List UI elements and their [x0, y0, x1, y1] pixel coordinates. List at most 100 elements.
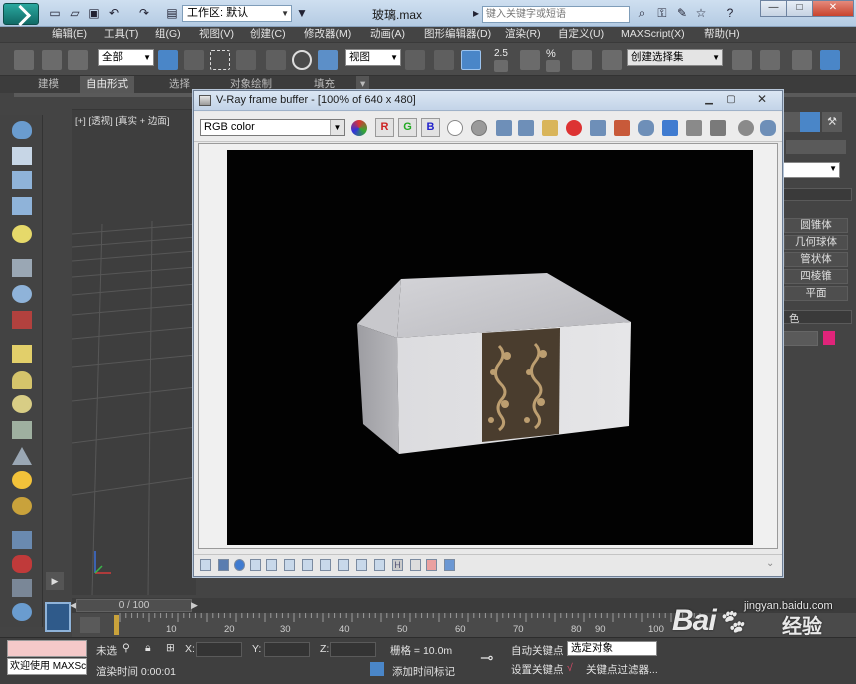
plant-icon[interactable]	[12, 421, 32, 439]
grid-icon[interactable]	[12, 197, 32, 215]
redo-icon[interactable]: ↷	[136, 5, 152, 21]
helper-icon[interactable]	[12, 579, 32, 597]
selection-filter-select[interactable]: 全部 ▼	[98, 49, 154, 66]
communication-icon[interactable]: ✎	[674, 5, 690, 21]
maxscript-mini-listener[interactable]: 欢迎使用 MAXSc	[7, 658, 87, 675]
bind-space-warp-icon[interactable]	[68, 50, 88, 70]
tab-selection[interactable]: 选择	[163, 76, 196, 93]
region-render-icon[interactable]	[662, 120, 678, 136]
next-frame-icon[interactable]: ▶	[191, 600, 198, 611]
unlink-icon[interactable]	[42, 50, 62, 70]
play-arrow-icon[interactable]: ▶	[46, 572, 64, 590]
menu-graph-editors[interactable]: 图形编辑器(D)	[424, 27, 491, 42]
compare-icon[interactable]	[410, 559, 421, 571]
ab-compare-icon[interactable]	[426, 559, 437, 571]
clear-image-icon[interactable]	[566, 120, 582, 136]
menu-views[interactable]: 视图(V)	[199, 27, 234, 42]
menu-edit[interactable]: 编辑(E)	[52, 27, 87, 42]
lut-icon[interactable]	[320, 559, 331, 571]
track-mouse-icon[interactable]	[614, 120, 630, 136]
menu-create[interactable]: 创建(C)	[250, 27, 286, 42]
ocio-icon[interactable]	[356, 559, 367, 571]
time-tag-icon[interactable]	[370, 662, 384, 676]
scale-icon[interactable]	[318, 50, 338, 70]
project-folder-icon[interactable]: ▤	[164, 5, 180, 21]
padlock-icon[interactable]: 🔒︎	[145, 642, 151, 655]
add-time-tag[interactable]: 添加时间标记	[392, 664, 455, 679]
menu-rendering[interactable]: 渲染(R)	[505, 27, 541, 42]
select-object-icon[interactable]	[158, 50, 178, 70]
history-icon[interactable]	[200, 559, 211, 571]
key-filters-button[interactable]: 关键点过滤器...	[586, 662, 658, 677]
viewport-label[interactable]: [+] [透视] [真实 + 边面]	[75, 113, 170, 127]
dynamics-icon[interactable]	[12, 555, 32, 573]
lens-effects-icon[interactable]	[738, 120, 754, 136]
layer-manager-icon[interactable]	[792, 50, 812, 70]
tab-modeling[interactable]: 建模	[32, 76, 65, 93]
select-and-manipulate-icon[interactable]	[434, 50, 454, 70]
menu-help[interactable]: 帮助(H)	[704, 27, 740, 42]
stereo-icon[interactable]	[374, 559, 385, 571]
teapot-render-icon[interactable]	[638, 120, 654, 136]
window-crossing-icon[interactable]	[236, 50, 256, 70]
mirror-icon[interactable]	[732, 50, 752, 70]
particles-icon[interactable]	[12, 531, 32, 549]
keyboard-shortcut-override-icon[interactable]	[461, 50, 481, 70]
cone-button[interactable]: 圆锥体	[784, 218, 848, 233]
cone-icon[interactable]	[12, 447, 32, 465]
geometry-types-row[interactable]	[786, 140, 846, 154]
help-icon[interactable]: ?	[722, 5, 738, 21]
key-filter-icon[interactable]: √	[567, 662, 573, 674]
sun-icon[interactable]	[12, 471, 32, 489]
name-color-header[interactable]: 色	[780, 310, 852, 325]
h-icon[interactable]: H	[392, 559, 403, 571]
expand-chevron-icon[interactable]: ⌄	[766, 558, 774, 569]
close-button[interactable]: ✕	[812, 0, 854, 17]
mini-listener-swatch[interactable]	[45, 602, 71, 632]
menu-maxscript[interactable]: MAXScript(X)	[621, 27, 685, 42]
list-icon[interactable]	[12, 171, 32, 189]
red-channel-button[interactable]: R	[375, 118, 394, 137]
z-coord-field[interactable]	[330, 642, 376, 657]
open-folder-icon[interactable]	[542, 120, 558, 136]
channel-select[interactable]: RGB color ▼	[200, 119, 345, 136]
object-type-header[interactable]	[780, 188, 852, 201]
vfb-close-button[interactable]: ✕	[752, 92, 772, 107]
search-input[interactable]: 键入关键字或短语	[482, 6, 630, 23]
workspace-select[interactable]: 工作区: 默认 ▼	[182, 5, 292, 22]
globe-icon[interactable]	[12, 603, 32, 621]
teapot-icon[interactable]	[12, 121, 32, 139]
menu-modifiers[interactable]: 修改器(M)	[304, 27, 351, 42]
new-file-icon[interactable]: ▭	[47, 5, 63, 21]
pixel-info-icon[interactable]	[218, 559, 229, 571]
undo-icon[interactable]: ↶	[106, 5, 122, 21]
image-icon[interactable]	[12, 147, 32, 165]
alpha-white-icon[interactable]	[447, 120, 463, 136]
box-icon[interactable]	[12, 345, 32, 363]
spinner-snap-icon[interactable]	[572, 50, 592, 70]
stats-icon[interactable]	[302, 559, 313, 571]
sphere-icon[interactable]	[12, 285, 32, 303]
chevron-down-icon[interactable]: ▼	[294, 5, 310, 21]
binoculars-icon[interactable]: ⌕	[634, 5, 650, 21]
object-color-swatch[interactable]	[822, 330, 836, 346]
menu-tools[interactable]: 工具(T)	[104, 27, 138, 42]
select-by-name-icon[interactable]	[184, 50, 204, 70]
save-image-icon[interactable]	[496, 120, 512, 136]
gold-sphere-icon[interactable]	[12, 497, 32, 515]
save-icon[interactable]: ▣	[86, 5, 102, 21]
camera-icon[interactable]	[12, 259, 32, 277]
named-selection-select[interactable]: 创建选择集 ▼	[627, 49, 723, 66]
angle-snap-icon[interactable]	[520, 50, 540, 70]
render-region-icon[interactable]	[444, 559, 455, 571]
rendered-image[interactable]	[227, 150, 753, 545]
levels-icon[interactable]	[250, 559, 261, 571]
object-name-field[interactable]	[780, 331, 818, 346]
menu-customize[interactable]: 自定义(U)	[558, 27, 604, 42]
copy-to-max-icon[interactable]	[590, 120, 606, 136]
minimize-button[interactable]: —	[760, 0, 787, 17]
open-file-icon[interactable]: ▱	[67, 5, 83, 21]
subscription-icon[interactable]: ⚿	[654, 5, 670, 21]
reference-coordinate-select[interactable]: 视图 ▼	[345, 49, 401, 66]
hammer-icon[interactable]: ⚒	[822, 112, 842, 132]
